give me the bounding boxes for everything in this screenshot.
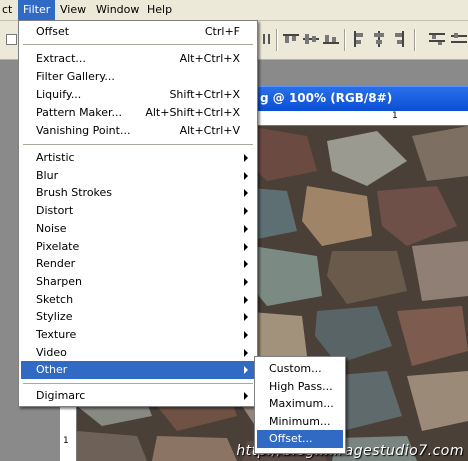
submenu-item-label: Offset... (269, 432, 313, 446)
submenu-arrow-icon (244, 313, 248, 322)
submenu-item-offset[interactable]: Offset... (257, 430, 343, 448)
menu-item-label: Video (36, 345, 67, 359)
menu-item-label: Blur (36, 168, 59, 182)
submenu-arrow-icon (244, 348, 248, 357)
menu-item-label: Digimarc (36, 389, 86, 402)
menu-item-other[interactable]: Other (21, 361, 255, 379)
menu-item-noise[interactable]: Noise (21, 220, 255, 238)
menu-item-label: Sketch (36, 292, 74, 306)
submenu-arrow-icon (244, 171, 248, 180)
menu-item-shortcut: Shift+Ctrl+X (169, 88, 240, 101)
menu-item-shortcut: Ctrl+F (204, 25, 240, 38)
menu-item-artistic[interactable]: Artistic (21, 149, 255, 167)
menu-item-label: Filter Gallery... (36, 70, 115, 83)
menu-item-label: Texture (36, 328, 77, 341)
menu-item-label: Render (36, 257, 76, 271)
menu-item-label: Sharpen (36, 274, 82, 288)
document-titlebar[interactable]: g @ 100% (RGB/8#) (240, 86, 468, 111)
distribute-top-icon[interactable] (428, 31, 446, 47)
align-bottom-icon[interactable] (322, 31, 340, 47)
align-right-icon[interactable] (390, 31, 408, 47)
menu-item-pixelate[interactable]: Pixelate (21, 238, 255, 256)
submenu-arrow-icon (244, 277, 248, 286)
submenu-arrow-icon (244, 242, 248, 251)
document-title: g @ 100% (RGB/8#) (260, 91, 393, 105)
submenu-arrow-icon (244, 207, 248, 216)
menu-item-label: Other (36, 363, 68, 377)
submenu-arrow-icon (244, 260, 248, 269)
submenu-item-maximum[interactable]: Maximum... (257, 395, 343, 413)
menu-item-label: Offset (36, 25, 70, 38)
menu-item-label: Stylize (36, 310, 73, 324)
menu-item-stylize[interactable]: Stylize (21, 308, 255, 326)
menu-item-shortcut: Alt+Ctrl+V (179, 124, 240, 137)
align-vcenter-icon[interactable] (302, 31, 320, 47)
filter-menu: Offset Ctrl+F Extract... Alt+Ctrl+X Filt… (18, 20, 258, 407)
menu-separator (23, 44, 253, 45)
menu-item-sharpen[interactable]: Sharpen (21, 273, 255, 291)
menu-item-extract[interactable]: Extract... Alt+Ctrl+X (21, 50, 255, 68)
align-top-icon[interactable] (282, 31, 300, 47)
transform-icon[interactable] (258, 31, 276, 47)
menu-item-texture[interactable]: Texture (21, 326, 255, 344)
menu-select[interactable]: ct (0, 0, 17, 20)
menu-item-label: Pattern Maker... (36, 106, 123, 119)
menu-window[interactable]: Window (91, 0, 144, 20)
menu-separator (23, 144, 253, 145)
horizontal-ruler[interactable]: 1 (240, 111, 468, 126)
menu-item-shortcut: Alt+Ctrl+X (179, 52, 240, 65)
submenu-item-custom[interactable]: Custom... (257, 360, 343, 378)
menu-item-render[interactable]: Render (21, 255, 255, 273)
toolbar-divider (276, 29, 277, 51)
menu-help[interactable]: Help (142, 0, 177, 20)
menu-item-sketch[interactable]: Sketch (21, 291, 255, 309)
menu-item-label: Vanishing Point... (36, 124, 131, 137)
menu-item-label: Pixelate (36, 239, 80, 253)
menu-filter[interactable]: Filter (18, 0, 56, 20)
menu-item-pattern-maker[interactable]: Pattern Maker... Alt+Shift+Ctrl+X (21, 104, 255, 122)
menu-item-digimarc[interactable]: Digimarc (21, 387, 255, 405)
menu-item-shortcut: Alt+Shift+Ctrl+X (145, 106, 240, 119)
menu-item-distort[interactable]: Distort (21, 202, 255, 220)
submenu-arrow-icon (244, 366, 248, 375)
other-submenu: Custom... High Pass... Maximum... Minimu… (254, 356, 346, 454)
submenu-arrow-icon (244, 189, 248, 198)
distribute-vcenter-icon[interactable] (450, 31, 468, 47)
toolbar-divider (344, 29, 345, 51)
menu-item-filter-gallery[interactable]: Filter Gallery... (21, 68, 255, 86)
ruler-tick-label: 1 (392, 111, 398, 121)
menu-item-label: Extract... (36, 52, 86, 65)
menu-item-video[interactable]: Video (21, 344, 255, 362)
menu-item-last-filter[interactable]: Offset Ctrl+F (21, 23, 255, 41)
menu-item-label: Brush Strokes (36, 186, 113, 200)
toolbar-divider (414, 29, 415, 51)
auto-select-checkbox[interactable] (6, 34, 17, 45)
menu-item-liquify[interactable]: Liquify... Shift+Ctrl+X (21, 86, 255, 104)
menu-item-label: Noise (36, 221, 67, 235)
submenu-arrow-icon (244, 392, 248, 400)
submenu-item-label: Maximum... (269, 397, 334, 411)
menu-item-label: Artistic (36, 151, 75, 164)
submenu-item-high-pass[interactable]: High Pass... (257, 378, 343, 396)
submenu-item-label: Custom... (269, 362, 322, 375)
menu-item-label: Liquify... (36, 88, 82, 101)
align-hcenter-icon[interactable] (370, 31, 388, 47)
submenu-item-label: High Pass... (269, 379, 333, 393)
menu-bar: ct Filter View Window Help (0, 0, 468, 21)
submenu-arrow-icon (244, 331, 248, 339)
ruler-tick-label: 1 (63, 436, 69, 446)
submenu-arrow-icon (244, 224, 248, 233)
menu-view[interactable]: View (55, 0, 91, 20)
submenu-item-label: Minimum... (269, 414, 331, 428)
menu-separator (23, 383, 253, 384)
menu-item-blur[interactable]: Blur (21, 167, 255, 185)
submenu-arrow-icon (244, 154, 248, 162)
align-left-icon[interactable] (350, 31, 368, 47)
submenu-arrow-icon (244, 295, 248, 304)
menu-item-brush-strokes[interactable]: Brush Strokes (21, 184, 255, 202)
submenu-item-minimum[interactable]: Minimum... (257, 413, 343, 431)
menu-item-vanishing-point[interactable]: Vanishing Point... Alt+Ctrl+V (21, 122, 255, 140)
menu-item-label: Distort (36, 204, 74, 218)
